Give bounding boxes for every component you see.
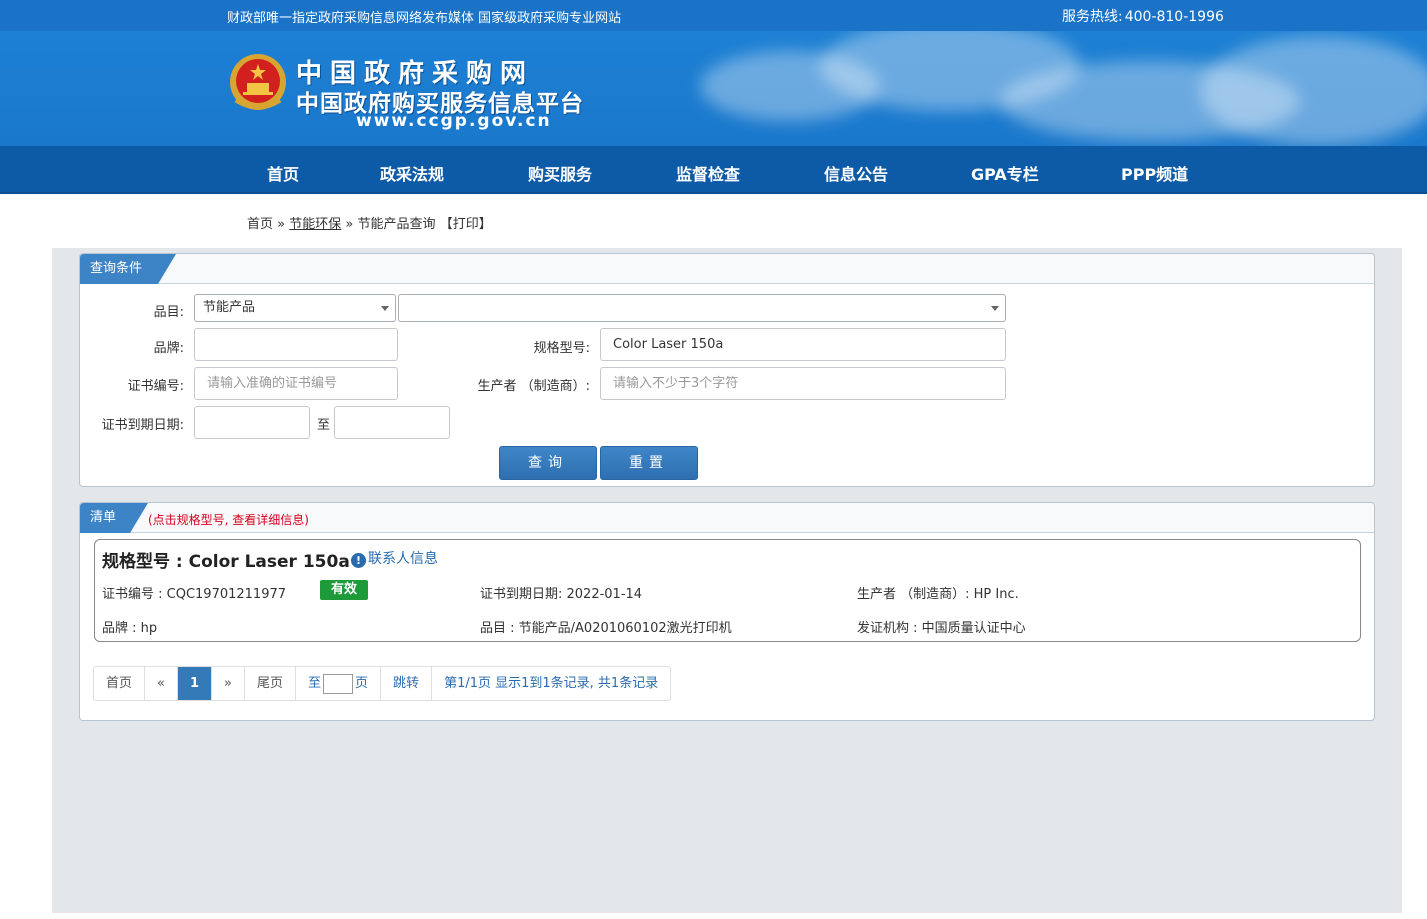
page-next[interactable]: »	[212, 667, 245, 700]
manufacturer-label: 生产者 （制造商）:	[477, 379, 590, 394]
hotline-label: 服务热线:	[1062, 9, 1123, 25]
page-last[interactable]: 尾页	[245, 667, 297, 700]
result-issuer: 发证机构 : 中国质量认证中心	[857, 621, 1026, 636]
site-slogan: 财政部唯一指定政府采购信息网络发布媒体 国家级政府采购专业网站	[227, 11, 622, 26]
result-category: 品目 : 节能产品/A0201060102激光打印机	[480, 621, 732, 636]
status-badge: 有效	[320, 580, 368, 600]
page-goto: 至页	[296, 667, 382, 700]
print-link[interactable]: 【打印】	[440, 217, 492, 232]
hotline-number: 400-810-1996	[1124, 9, 1224, 25]
query-panel-header: 查询条件	[80, 254, 1374, 284]
expiry-date-label: 证书到期日期:	[101, 418, 184, 433]
page-first[interactable]: 首页	[94, 667, 146, 700]
result-expiry-date: 证书到期日期: 2022-01-14	[480, 587, 643, 602]
category-selected: 节能产品	[203, 300, 256, 315]
brand-label: 品牌:	[153, 341, 184, 356]
jump-button[interactable]: 跳转	[381, 667, 433, 700]
nav-purchase-services[interactable]: 购买服务	[528, 161, 592, 185]
breadcrumb-separator: »	[345, 217, 354, 232]
reset-button[interactable]: 重置	[600, 446, 698, 480]
category-select[interactable]: 节能产品	[194, 294, 396, 322]
top-strip: 财政部唯一指定政府采购信息网络发布媒体 国家级政府采购专业网站 服务热线: 400…	[0, 0, 1427, 31]
breadcrumb-energy[interactable]: 节能环保	[289, 217, 341, 232]
cloud-decoration	[1200, 36, 1427, 146]
goto-suffix: 页	[355, 676, 369, 691]
service-hotline: 服务热线: 400-810-1996	[1062, 6, 1224, 26]
nav-home[interactable]: 首页	[267, 161, 299, 185]
expiry-date-to[interactable]	[334, 406, 450, 439]
result-cert-number: 证书编号 : CQC19701211977	[102, 587, 287, 602]
nav-ppp[interactable]: PPP频道	[1121, 161, 1188, 185]
page-current[interactable]: 1	[177, 667, 213, 700]
page-prev[interactable]: «	[145, 667, 178, 700]
main-nav: 首页 政采法规 购买服务 监督检查 信息公告 GPA专栏 PPP频道	[0, 146, 1427, 194]
site-banner: 中国政府采购网 中国政府购买服务信息平台 www.ccgp.gov.cn	[0, 31, 1427, 146]
results-hint: (点击规格型号, 查看详细信息)	[148, 513, 309, 527]
contact-info-link[interactable]: ! 联系人信息	[351, 548, 438, 568]
result-manufacturer: 生产者 （制造商）: HP Inc.	[857, 587, 1019, 602]
cert-number-input[interactable]: 请输入准确的证书编号	[194, 367, 398, 400]
pagination: 首页 « 1 » 尾页 至页 跳转 第1/1页 显示1到1条记录, 共1条记录	[93, 666, 672, 701]
result-card: 规格型号 : Color Laser 150a ! 联系人信息 证书编号 : CQ…	[94, 539, 1361, 642]
cert-number-label: 证书编号:	[127, 379, 184, 394]
nav-announcements[interactable]: 信息公告	[824, 161, 888, 185]
breadcrumb-separator: »	[277, 217, 286, 232]
results-tab-label: 清单	[90, 510, 117, 525]
info-icon: !	[351, 553, 366, 568]
category-label: 品目:	[153, 305, 184, 320]
result-model-link[interactable]: 规格型号 : Color Laser 150a	[102, 547, 350, 572]
page-number-input[interactable]	[323, 673, 354, 694]
chevron-down-icon	[991, 306, 999, 311]
query-tab-label: 查询条件	[90, 261, 143, 276]
result-brand: 品牌 : hp	[102, 621, 158, 636]
model-input[interactable]: Color Laser 150a	[600, 328, 1006, 361]
subcategory-select[interactable]	[398, 294, 1006, 322]
breadcrumb-current: 节能产品查询	[357, 217, 436, 232]
site-url: www.ccgp.gov.cn	[356, 111, 552, 131]
page-summary: 第1/1页 显示1到1条记录, 共1条记录	[444, 676, 659, 691]
goto-prefix: 至	[308, 676, 322, 691]
date-range-separator: 至	[316, 418, 330, 433]
contact-info-label: 联系人信息	[368, 551, 438, 567]
nav-gpa[interactable]: GPA专栏	[971, 161, 1039, 185]
brand-input[interactable]	[194, 328, 398, 361]
results-panel-header: 清单 (点击规格型号, 查看详细信息)	[80, 503, 1374, 533]
breadcrumb: 首页 » 节能环保 » 节能产品查询 【打印】	[247, 213, 492, 232]
nav-supervision[interactable]: 监督检查	[676, 161, 740, 185]
results-panel: 清单 (点击规格型号, 查看详细信息) 规格型号 : Color Laser 1…	[79, 502, 1375, 721]
search-button[interactable]: 查询	[499, 446, 597, 480]
model-label: 规格型号:	[533, 341, 590, 356]
content-area: 查询条件 品目: 节能产品 品牌: 规格型号: Color Laser 150a…	[52, 248, 1402, 913]
nav-regulations[interactable]: 政采法规	[380, 161, 444, 185]
query-panel: 查询条件 品目: 节能产品 品牌: 规格型号: Color Laser 150a…	[79, 253, 1375, 487]
chevron-down-icon	[381, 306, 389, 311]
breadcrumb-home[interactable]: 首页	[247, 217, 273, 232]
manufacturer-input[interactable]: 请输入不少于3个字符	[600, 367, 1006, 400]
expiry-date-from[interactable]	[194, 406, 310, 439]
national-emblem-icon	[230, 54, 286, 110]
